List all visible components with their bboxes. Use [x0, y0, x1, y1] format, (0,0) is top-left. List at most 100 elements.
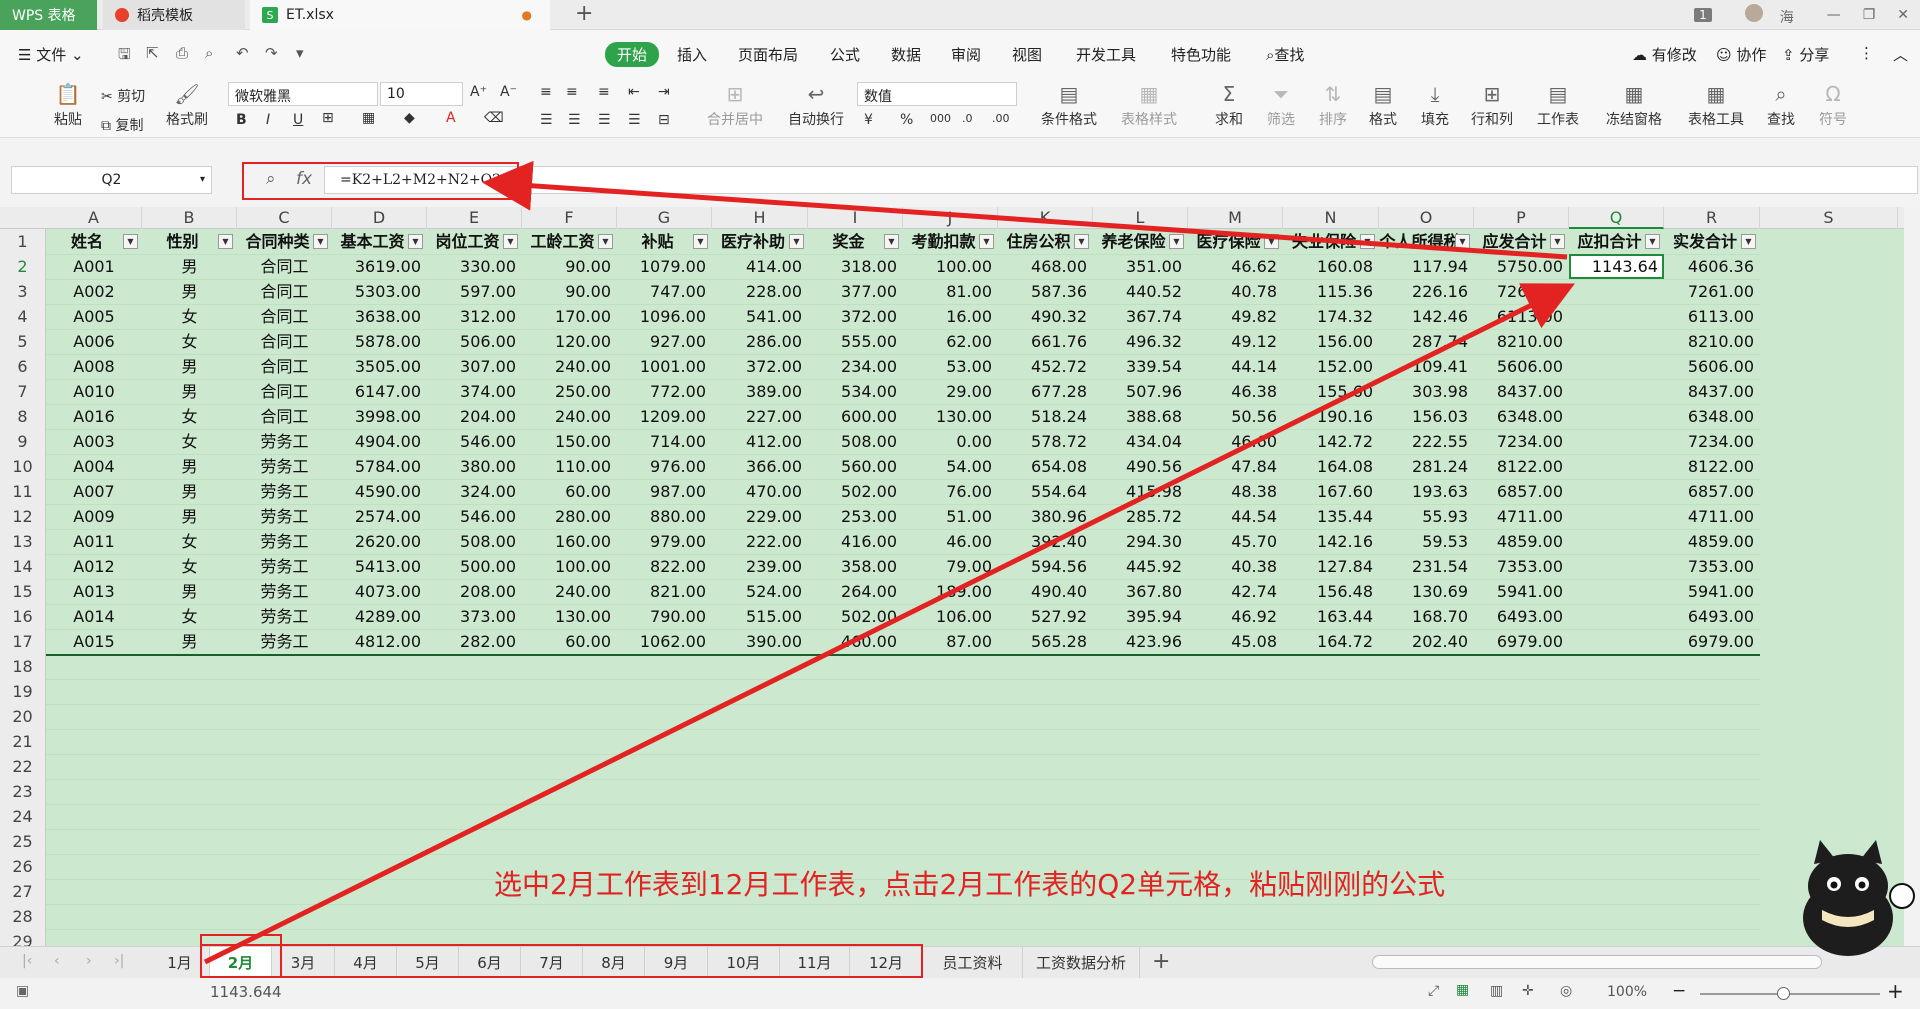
table-cell[interactable]: 414.00: [712, 254, 808, 279]
minimize-icon[interactable]: —: [1827, 7, 1841, 23]
table-cell[interactable]: 927.00: [617, 329, 712, 354]
fill-button[interactable]: ⤓ 填充: [1414, 82, 1456, 129]
column-header-j[interactable]: J: [903, 207, 998, 229]
table-cell[interactable]: 1062.00: [617, 629, 712, 654]
table-cell[interactable]: 240.00: [522, 579, 617, 604]
table-cell[interactable]: 880.00: [617, 504, 712, 529]
user-area[interactable]: 海: [1734, 3, 1805, 27]
table-cell[interactable]: 506.00: [427, 329, 522, 354]
table-cell[interactable]: 45.08: [1188, 629, 1283, 654]
table-cell[interactable]: 597.00: [427, 279, 522, 304]
table-cell[interactable]: 合同工: [237, 329, 332, 354]
table-cell[interactable]: 307.00: [427, 354, 522, 379]
row-header[interactable]: 16: [0, 604, 46, 629]
table-cell[interactable]: 6147.00: [332, 379, 427, 404]
row-header[interactable]: 24: [0, 804, 46, 829]
more-icon[interactable]: ⋮: [1859, 44, 1874, 62]
table-cell[interactable]: 594.56: [998, 554, 1093, 579]
row-header[interactable]: 13: [0, 529, 46, 554]
table-cell[interactable]: 53.00: [903, 354, 998, 379]
table-cell[interactable]: 49.82: [1188, 304, 1283, 329]
table-cell[interactable]: 508.00: [427, 529, 522, 554]
table-cell[interactable]: 135.44: [1283, 504, 1379, 529]
table-cell[interactable]: 120.00: [522, 329, 617, 354]
table-cell[interactable]: [1569, 279, 1664, 304]
table-cell[interactable]: A009: [46, 504, 142, 529]
increase-decimal-icon[interactable]: .0: [962, 112, 973, 125]
table-cell[interactable]: 240.00: [522, 404, 617, 429]
column-header-m[interactable]: M: [1188, 207, 1283, 229]
table-cell[interactable]: 380.00: [427, 454, 522, 479]
search-command[interactable]: ⌕查找: [1266, 44, 1304, 65]
table-cell[interactable]: [1569, 404, 1664, 429]
table-cell[interactable]: 8210.00: [1474, 329, 1569, 354]
table-cell[interactable]: 654.08: [998, 454, 1093, 479]
file-tab[interactable]: S ET.xlsx ●: [250, 0, 550, 30]
row-header[interactable]: 1: [0, 229, 46, 254]
table-cell[interactable]: 4590.00: [332, 479, 427, 504]
conditional-format-button[interactable]: ▤ 条件格式: [1030, 82, 1108, 129]
filter-dropdown-icon[interactable]: ▼: [1360, 234, 1375, 249]
zoom-out-icon[interactable]: −: [1672, 981, 1686, 1001]
table-cell[interactable]: 229.00: [712, 504, 808, 529]
table-cell[interactable]: 男: [142, 579, 237, 604]
table-cell[interactable]: 29.00: [903, 379, 998, 404]
table-cell[interactable]: 4073.00: [332, 579, 427, 604]
table-cell[interactable]: 555.00: [808, 329, 903, 354]
table-cell[interactable]: [1569, 429, 1664, 454]
table-cell[interactable]: 226.16: [1379, 279, 1474, 304]
table-cell[interactable]: A014: [46, 604, 142, 629]
table-cell[interactable]: 228.00: [712, 279, 808, 304]
table-cell[interactable]: 49.12: [1188, 329, 1283, 354]
table-cell[interactable]: 502.00: [808, 604, 903, 629]
name-box[interactable]: Q2 ▾: [11, 166, 212, 194]
currency-icon[interactable]: ¥: [864, 112, 873, 128]
format-button[interactable]: ▤ 格式: [1362, 82, 1404, 129]
tab-formulas[interactable]: 公式: [830, 44, 860, 65]
table-cell[interactable]: 106.00: [903, 604, 998, 629]
table-cell[interactable]: 劳务工: [237, 479, 332, 504]
table-cell[interactable]: 142.16: [1283, 529, 1379, 554]
table-cell[interactable]: 42.74: [1188, 579, 1283, 604]
table-cell[interactable]: 女: [142, 529, 237, 554]
table-cell[interactable]: 5941.00: [1664, 579, 1760, 604]
filter-dropdown-icon[interactable]: ▼: [313, 234, 328, 249]
table-cell[interactable]: 男: [142, 254, 237, 279]
file-menu[interactable]: ☰ 文件 ⌄: [18, 44, 84, 65]
table-cell[interactable]: 790.00: [617, 604, 712, 629]
table-cell[interactable]: 280.00: [522, 504, 617, 529]
table-cell[interactable]: 821.00: [617, 579, 712, 604]
table-cell[interactable]: [1569, 354, 1664, 379]
table-cell[interactable]: 50.56: [1188, 404, 1283, 429]
table-cell[interactable]: 7261.00: [1474, 279, 1569, 304]
table-cell[interactable]: 115.36: [1283, 279, 1379, 304]
find-button[interactable]: ⌕ 查找: [1760, 82, 1802, 129]
column-header-r[interactable]: R: [1664, 207, 1760, 229]
row-header[interactable]: 28: [0, 904, 46, 929]
increase-font-icon[interactable]: A⁺: [470, 84, 487, 100]
align-middle-icon[interactable]: ≡: [566, 84, 578, 100]
table-cell[interactable]: 4606.36: [1664, 254, 1760, 279]
table-cell[interactable]: 6348.00: [1664, 404, 1760, 429]
table-cell[interactable]: 7234.00: [1664, 429, 1760, 454]
table-cell[interactable]: 240.00: [522, 354, 617, 379]
filter-button[interactable]: ⏷ 筛选: [1260, 82, 1302, 129]
print-icon[interactable]: ⎙: [176, 44, 188, 62]
table-cell[interactable]: 578.72: [998, 429, 1093, 454]
table-cell[interactable]: 170.00: [522, 304, 617, 329]
table-cell[interactable]: 460.00: [808, 629, 903, 654]
table-cell[interactable]: 1096.00: [617, 304, 712, 329]
table-cell[interactable]: 40.78: [1188, 279, 1283, 304]
table-cell[interactable]: 222.00: [712, 529, 808, 554]
column-header-e[interactable]: E: [427, 207, 522, 229]
zoom-slider[interactable]: [1700, 993, 1880, 995]
table-cell[interactable]: 534.00: [808, 379, 903, 404]
table-cell[interactable]: [1569, 579, 1664, 604]
table-cell[interactable]: 81.00: [903, 279, 998, 304]
table-cell[interactable]: 6113.00: [1474, 304, 1569, 329]
table-cell[interactable]: 164.08: [1283, 454, 1379, 479]
table-cell[interactable]: 51.00: [903, 504, 998, 529]
table-cell[interactable]: 7353.00: [1664, 554, 1760, 579]
macro-icon[interactable]: ▣: [16, 983, 29, 999]
table-cell[interactable]: 5413.00: [332, 554, 427, 579]
